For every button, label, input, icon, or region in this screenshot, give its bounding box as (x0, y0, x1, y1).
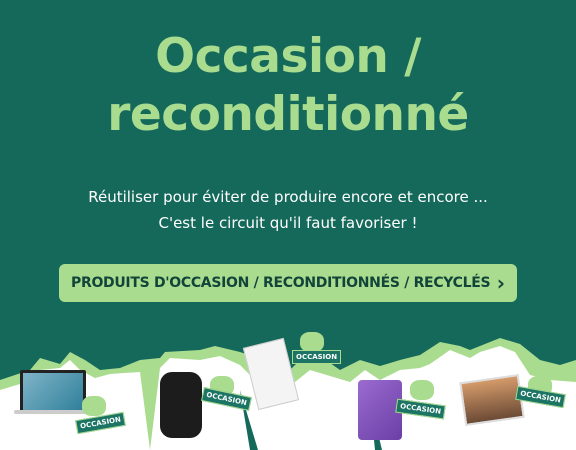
subtitle: Réutiliser pour éviter de produire encor… (0, 184, 576, 236)
title-line-1: Occasion / (155, 29, 421, 84)
leaf-icon (300, 332, 324, 352)
leaf-icon (82, 396, 106, 416)
products-banner: OCCASION OCCASION OCCASION OCCASION OCCA… (0, 320, 576, 450)
occasion-badge: OCCASION (292, 350, 342, 364)
imac-image (459, 374, 525, 426)
products-button-label: PRODUITS D'OCCASION / RECONDITIONNÉS / R… (71, 275, 491, 291)
subtitle-line-2: C'est le circuit qu'il faut favoriser ! (158, 214, 418, 232)
laptop-base (14, 410, 88, 414)
chevron-right-icon: › (496, 271, 505, 295)
subtitle-line-1: Réutiliser pour éviter de produire encor… (88, 188, 488, 206)
title-line-2: reconditionné (107, 87, 469, 142)
products-button[interactable]: PRODUITS D'OCCASION / RECONDITIONNÉS / R… (59, 264, 517, 302)
page-title: Occasion / reconditionné (0, 28, 576, 144)
leaf-icon (410, 380, 434, 400)
earbuds-image (160, 372, 202, 438)
laptop-image (20, 370, 86, 414)
